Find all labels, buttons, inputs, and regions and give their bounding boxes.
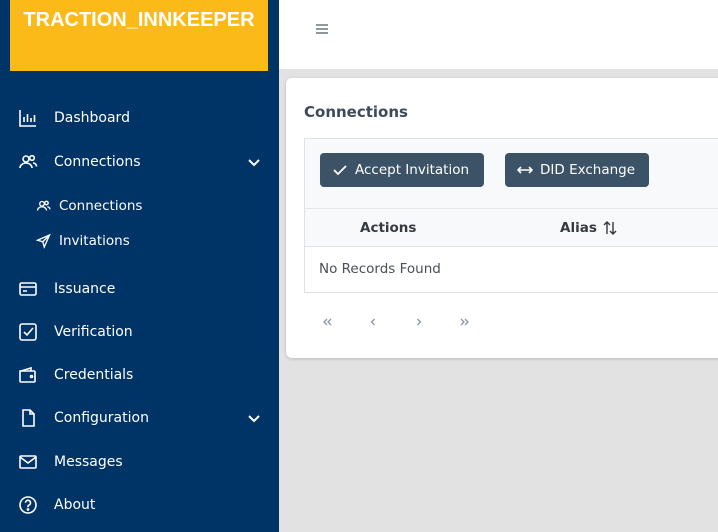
- chevron-left-icon: [370, 318, 375, 326]
- check-square-icon: [19, 323, 37, 341]
- chevron-down-icon[interactable]: [246, 410, 262, 426]
- column-header-actions: Actions: [360, 220, 417, 236]
- sidebar-item-dashboard[interactable]: Dashboard: [0, 103, 279, 133]
- send-icon: [36, 233, 51, 249]
- sidebar-item-label: Configuration: [54, 410, 149, 426]
- accept-invitation-button[interactable]: Accept Invitation: [320, 153, 484, 187]
- column-header-alias-label: Alias: [560, 220, 597, 236]
- sidebar-subitem-connections[interactable]: Connections: [0, 193, 279, 219]
- connections-card: Connections Accept Invitation DID Exchan…: [286, 78, 718, 358]
- hamburger-menu-icon[interactable]: [315, 22, 329, 36]
- empty-message: No Records Found: [319, 261, 441, 277]
- topbar: [279, 0, 718, 69]
- question-circle-icon: [19, 496, 37, 514]
- sidebar-item-connections[interactable]: Connections: [0, 147, 279, 177]
- next-page-button[interactable]: [408, 312, 430, 332]
- sidebar-item-label: Dashboard: [54, 110, 130, 126]
- first-page-button[interactable]: [316, 312, 338, 332]
- app-logo[interactable]: TRACTION_INNKEEPER: [10, 0, 268, 71]
- did-exchange-label: DID Exchange: [540, 162, 636, 178]
- did-exchange-button[interactable]: DID Exchange: [505, 153, 649, 187]
- sidebar-item-label: Credentials: [54, 367, 134, 383]
- double-chevron-right-icon: [460, 318, 469, 326]
- sidebar: TRACTION_INNKEEPER Dashboard Connections…: [0, 0, 279, 532]
- sidebar-item-messages[interactable]: Messages: [0, 447, 279, 477]
- wallet-icon: [19, 366, 36, 383]
- sidebar-item-label: Messages: [54, 454, 123, 470]
- chevron-down-icon[interactable]: [246, 154, 262, 170]
- sidebar-item-issuance[interactable]: Issuance: [0, 274, 279, 304]
- credit-card-icon: [19, 282, 37, 296]
- sort-icon[interactable]: [602, 220, 618, 236]
- sidebar-item-verification[interactable]: Verification: [0, 317, 279, 347]
- table-toolbar: Accept Invitation DID Exchange: [304, 138, 718, 208]
- users-icon: [19, 154, 38, 169]
- sidebar-item-configuration[interactable]: Configuration: [0, 403, 279, 433]
- table-body: No Records Found: [304, 247, 718, 293]
- table-header: Actions Alias: [304, 208, 718, 247]
- sidebar-item-label: Verification: [54, 324, 133, 340]
- sidebar-item-credentials[interactable]: Credentials: [0, 360, 279, 390]
- sidebar-item-about[interactable]: About: [0, 490, 279, 520]
- sidebar-item-label: About: [54, 497, 96, 513]
- chevron-right-icon: [417, 318, 422, 326]
- sidebar-subitem-label: Invitations: [59, 233, 130, 249]
- sidebar-subitem-invitations[interactable]: Invitations: [0, 228, 279, 254]
- sidebar-subitem-label: Connections: [59, 198, 143, 214]
- envelope-icon: [19, 455, 37, 469]
- prev-page-button[interactable]: [362, 312, 384, 332]
- page-title: Connections: [304, 103, 408, 121]
- check-icon: [333, 165, 347, 176]
- arrows-h-icon: [517, 166, 533, 174]
- chart-bar-icon: [19, 110, 36, 127]
- sidebar-item-label: Connections: [54, 154, 141, 170]
- accept-invitation-label: Accept Invitation: [355, 162, 470, 178]
- column-header-alias[interactable]: Alias: [560, 220, 618, 236]
- file-icon: [22, 409, 35, 427]
- users-icon: [36, 200, 51, 211]
- last-page-button[interactable]: [454, 312, 476, 332]
- double-chevron-left-icon: [323, 318, 332, 326]
- sidebar-item-label: Issuance: [54, 281, 116, 297]
